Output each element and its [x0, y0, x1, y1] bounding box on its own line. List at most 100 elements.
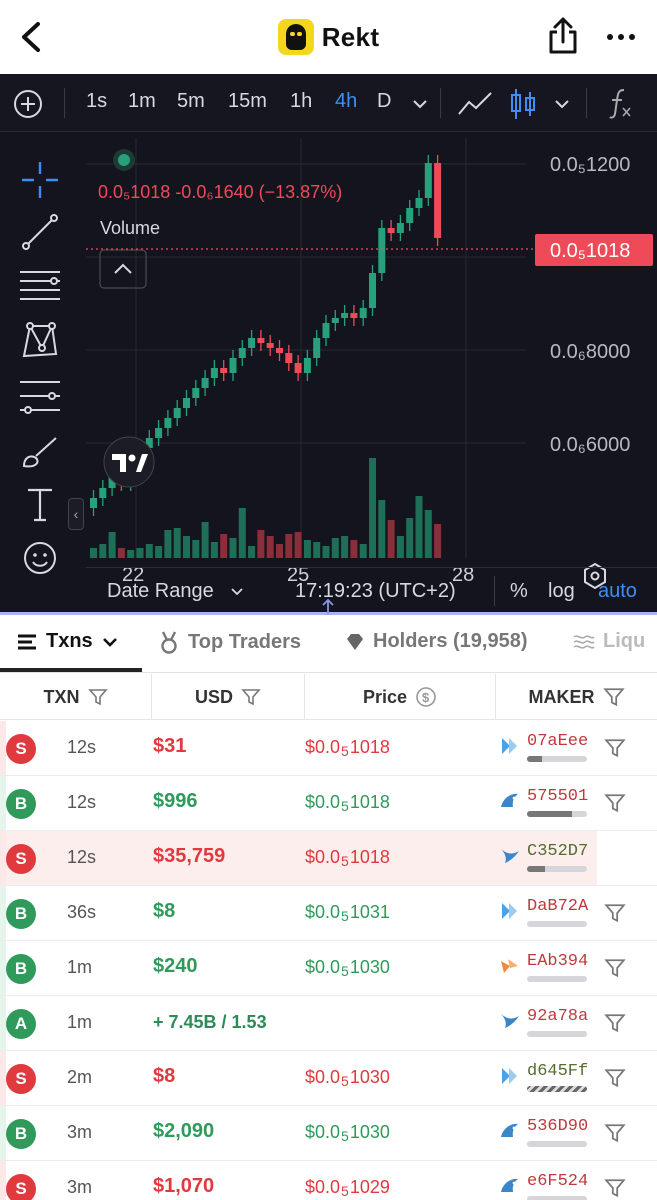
table-row[interactable]: S 3m $1,070 $0.051029 e6F524 — [0, 1161, 657, 1200]
candle — [424, 163, 432, 198]
price-prefix: $0.0 — [305, 847, 341, 867]
filter-icon[interactable] — [604, 1177, 626, 1199]
tab-top-traders[interactable]: Top Traders — [158, 630, 301, 654]
candle — [406, 208, 414, 223]
candle — [359, 308, 367, 318]
top-nav: Rekt — [0, 0, 657, 74]
prediction-icon[interactable] — [18, 374, 62, 418]
maker-address[interactable]: 07aEee — [527, 732, 588, 751]
col-txn[interactable]: TXN — [0, 674, 152, 720]
chevron-down-icon[interactable] — [552, 96, 572, 112]
interval-4h[interactable]: 4h — [335, 90, 357, 113]
candle — [303, 358, 311, 373]
table-row[interactable]: S 12s $35,759 $0.051018 C352D7 — [0, 831, 657, 886]
filter-icon[interactable] — [604, 902, 626, 924]
current-price: 0.0₅1018 — [550, 240, 630, 262]
tab-holders[interactable]: Holders (19,958) — [345, 630, 528, 653]
candle — [192, 388, 200, 398]
candlestick-icon[interactable] — [508, 86, 538, 122]
candle — [238, 348, 246, 358]
function-icon[interactable] — [608, 86, 634, 120]
filter-icon[interactable] — [604, 737, 626, 759]
percent-toggle[interactable]: % — [510, 580, 528, 603]
filter-icon[interactable] — [87, 687, 108, 707]
table-row[interactable]: B 12s $996 $0.051018 575501 — [0, 776, 657, 831]
maker-address[interactable]: 575501 — [527, 787, 588, 806]
trend-line-icon[interactable] — [18, 210, 62, 254]
chart-toolbar: 1s 1m 5m 15m 1h 4h D — [0, 74, 657, 132]
volume-bar — [331, 538, 339, 558]
maker-address[interactable]: d645Ff — [527, 1062, 588, 1081]
table-row[interactable]: A 1m + 7.45B / 1.53 92a78a — [0, 996, 657, 1051]
interval-15m[interactable]: 15m — [228, 90, 267, 113]
volume-bar — [229, 538, 237, 558]
col-maker[interactable]: MAKER — [496, 674, 657, 720]
ohlc-readout: 0.0₅1018 -0.0₆1640 (−13.87%) — [98, 182, 342, 202]
fib-retracement-icon[interactable] — [18, 264, 62, 308]
volume-bar — [434, 524, 442, 558]
line-chart-icon[interactable] — [456, 88, 494, 120]
share-icon[interactable] — [544, 16, 582, 56]
table-row[interactable]: S 12s $31 $0.051018 07aEee — [0, 721, 657, 776]
interval-1m[interactable]: 1m — [128, 90, 156, 113]
interval-5m[interactable]: 5m — [177, 90, 205, 113]
add-indicator-icon[interactable] — [12, 88, 44, 120]
table-row[interactable]: S 2m $8 $0.051030 d645Ff — [0, 1051, 657, 1106]
maker-address[interactable]: DaB72A — [527, 897, 588, 916]
drawing-tools — [0, 134, 82, 614]
tab-liquidity[interactable]: Liqu — [573, 630, 645, 653]
table-row[interactable]: B 36s $8 $0.051031 DaB72A — [0, 886, 657, 941]
text-tool-icon[interactable] — [18, 482, 62, 526]
liquidity-amount: + 7.45B / 1.53 — [153, 1012, 267, 1032]
maker-address[interactable]: C352D7 — [527, 842, 588, 861]
crosshair-icon[interactable] — [18, 158, 62, 202]
filter-icon[interactable] — [604, 792, 626, 814]
auto-toggle[interactable]: auto — [598, 580, 637, 603]
maker-address[interactable]: EAb394 — [527, 952, 588, 971]
filter-icon[interactable] — [602, 686, 625, 708]
filter-icon[interactable] — [241, 687, 261, 707]
candle — [210, 368, 218, 378]
interval-1s[interactable]: 1s — [86, 90, 107, 113]
maker-address[interactable]: e6F524 — [527, 1172, 588, 1191]
collapse-tools-handle[interactable]: ‹ — [68, 498, 84, 530]
txn-price: $0.051030 — [305, 1122, 390, 1144]
volume-bar — [424, 510, 432, 558]
chevron-down-icon[interactable] — [230, 586, 244, 598]
date-range-button[interactable]: Date Range — [107, 580, 214, 603]
tradingview-logo-icon[interactable] — [103, 436, 155, 488]
pattern-icon[interactable] — [18, 318, 62, 362]
interval-1h[interactable]: 1h — [290, 90, 312, 113]
maker-address[interactable]: 536D90 — [527, 1117, 588, 1136]
filter-icon[interactable] — [604, 1067, 626, 1089]
collapse-legend-button[interactable] — [99, 249, 147, 289]
txn-age: 1m — [67, 1012, 93, 1032]
brush-icon[interactable] — [18, 428, 62, 472]
tab-txns[interactable]: Txns — [16, 630, 119, 653]
column-label: MAKER — [528, 686, 595, 707]
emoji-icon[interactable] — [18, 536, 62, 580]
col-price[interactable]: Price $ — [305, 674, 496, 720]
table-row[interactable]: B 1m $240 $0.051030 EAb394 — [0, 941, 657, 996]
log-toggle[interactable]: log — [548, 580, 575, 603]
volume-bar — [183, 536, 190, 558]
txn-usd: $1,070 — [153, 1175, 215, 1197]
dollar-circle-icon[interactable]: $ — [415, 686, 437, 708]
volume-bar — [378, 500, 386, 558]
chevron-down-icon[interactable] — [410, 96, 430, 112]
interval-d[interactable]: D — [377, 90, 391, 113]
txn-age: 36s — [67, 902, 97, 922]
maker-address[interactable]: 92a78a — [527, 1007, 588, 1026]
price-zero-count: 5 — [341, 908, 349, 924]
price-chart[interactable]: 0.0₅1018 -0.0₆1640 (−13.87%) Volume 0.0₅… — [86, 138, 657, 558]
tab-label: Holders (19,958) — [373, 630, 528, 652]
tab-label: Txns — [46, 630, 93, 652]
col-usd[interactable]: USD — [152, 674, 305, 720]
filter-icon[interactable] — [604, 1012, 626, 1034]
table-row[interactable]: B 3m $2,090 $0.051030 536D90 — [0, 1106, 657, 1161]
filter-icon[interactable] — [604, 957, 626, 979]
filter-icon[interactable] — [604, 847, 626, 869]
more-options-icon[interactable] — [604, 20, 638, 54]
filter-icon[interactable] — [604, 1122, 626, 1144]
price-prefix: $0.0 — [305, 1067, 341, 1087]
